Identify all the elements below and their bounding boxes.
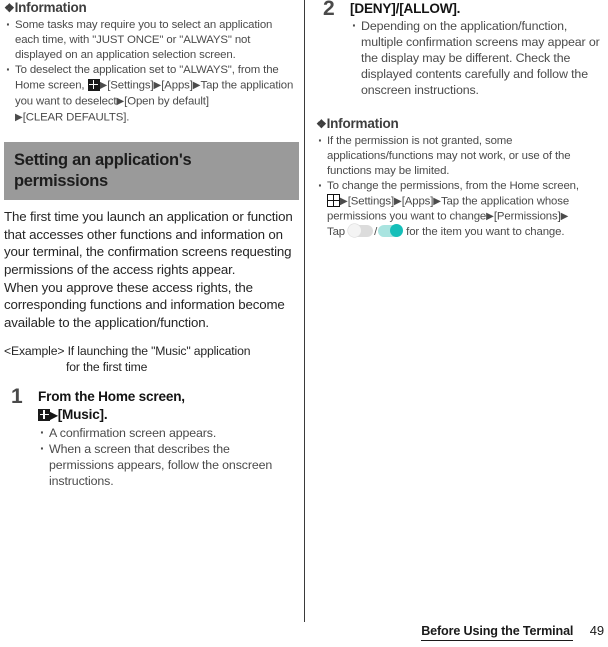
toggle-on-icon[interactable]: [378, 224, 404, 238]
section-heading-permissions: Setting an application's permissions: [4, 142, 299, 201]
example-label: <Example>: [4, 344, 65, 359]
step-title-line-2: [Music].: [57, 406, 108, 422]
bullet-text: If the permission is not granted, some a…: [327, 134, 571, 177]
page-footer: Before Using the Terminal 49: [0, 622, 604, 641]
list-item: When a screen that describes the permiss…: [38, 440, 296, 490]
bullet-text-segment: /: [374, 226, 378, 239]
apps-grid-icon: [87, 78, 100, 91]
bullet-text-segment: [CLEAR DEFAULTS].: [22, 111, 130, 124]
list-item: If the permission is not granted, some a…: [316, 133, 606, 179]
left-column: ❖Information Some tasks may require you …: [4, 0, 299, 490]
paragraph-permissions-approve: When you approve these access rights, th…: [4, 279, 285, 330]
list-item: A confirmation screen appears.: [38, 424, 296, 441]
step-2-bullet-list: Depending on the application/function, m…: [350, 16, 606, 99]
information-heading-left: ❖Information: [4, 0, 296, 16]
bullet-text-segment: [Apps]: [401, 195, 434, 208]
information-bullet-list-left: Some tasks may require you to select an …: [4, 17, 296, 125]
bullet-text-segment: To change the permissions, from the Home…: [327, 179, 579, 192]
step-title: From the Home screen, ▶[Music].: [38, 388, 296, 425]
step-title-line-1: From the Home screen,: [38, 389, 185, 405]
bullet-text-segment: [Apps]: [161, 79, 193, 92]
list-item: Depending on the application/function, m…: [350, 16, 606, 99]
step-1-bullet-list: A confirmation screen appears. When a sc…: [38, 424, 296, 490]
apps-grid-icon: [38, 408, 50, 421]
arrow-icon: ▶: [50, 410, 58, 422]
manual-page: ❖Information Some tasks may require you …: [0, 0, 608, 647]
arrow-icon: ▶: [560, 211, 569, 223]
bullet-text-segment: [Open by default]: [124, 95, 209, 108]
bullet-text: Some tasks may require you to select an …: [15, 19, 273, 62]
example-block: <Example> If launching the "Music" appli…: [4, 344, 296, 375]
bullet-text-segment: [Settings]: [347, 195, 394, 208]
page-number: 49: [589, 623, 604, 638]
information-bullet-list-right: If the permission is not granted, some a…: [316, 133, 606, 241]
floret-icon: ❖: [4, 1, 15, 15]
arrow-icon: ▶: [116, 95, 125, 107]
bullet-text: A confirmation screen appears.: [49, 425, 217, 440]
arrow-icon: ▶: [433, 195, 441, 207]
step-2: 2 [DENY]/[ALLOW]. Depending on the appli…: [316, 0, 606, 99]
bullet-text-segment: [Permissions]: [493, 210, 561, 223]
column-divider: [304, 0, 305, 622]
list-item: Some tasks may require you to select an …: [4, 17, 296, 63]
paragraph-permissions-intro: The first time you launch an application…: [4, 209, 293, 277]
bullet-text-segment: [Settings]: [107, 79, 154, 92]
step-number: 2: [323, 0, 335, 20]
toggle-knob: [348, 224, 362, 238]
step-title: [DENY]/[ALLOW].: [350, 1, 461, 16]
bullet-text: Depending on the application/function, m…: [361, 18, 600, 98]
bullet-text: When a screen that describes the permiss…: [49, 441, 273, 489]
step-number: 1: [11, 385, 23, 409]
information-heading-left-label: Information: [14, 0, 87, 15]
bullet-text-segment: for the item you want to change.: [406, 226, 565, 239]
list-item: To deselect the application set to "ALWA…: [4, 62, 296, 125]
example-line-2: for the first time: [66, 359, 148, 374]
arrow-icon: ▶: [340, 195, 348, 207]
right-column: 2 [DENY]/[ALLOW]. Depending on the appli…: [316, 0, 606, 240]
apps-grid-icon: [327, 193, 340, 207]
example-line-1: If launching the "Music" application: [67, 344, 251, 359]
toggle-knob: [390, 224, 404, 238]
list-item: To change the permissions, from the Home…: [316, 178, 606, 240]
bullet-text-segment: Tap: [327, 226, 346, 239]
information-heading-right: ❖Information: [316, 116, 606, 132]
information-heading-right-label: Information: [326, 115, 399, 131]
arrow-icon: ▶: [394, 195, 402, 207]
floret-icon: ❖: [316, 116, 327, 131]
arrow-icon: ▶: [15, 111, 23, 123]
footer-chapter-title: Before Using the Terminal: [421, 624, 573, 641]
step-1: 1 From the Home screen, ▶[Music]. A confi…: [4, 385, 296, 490]
arrow-icon: ▶: [486, 211, 494, 223]
arrow-icon: ▶: [192, 80, 201, 92]
toggle-off-icon[interactable]: [348, 224, 374, 238]
